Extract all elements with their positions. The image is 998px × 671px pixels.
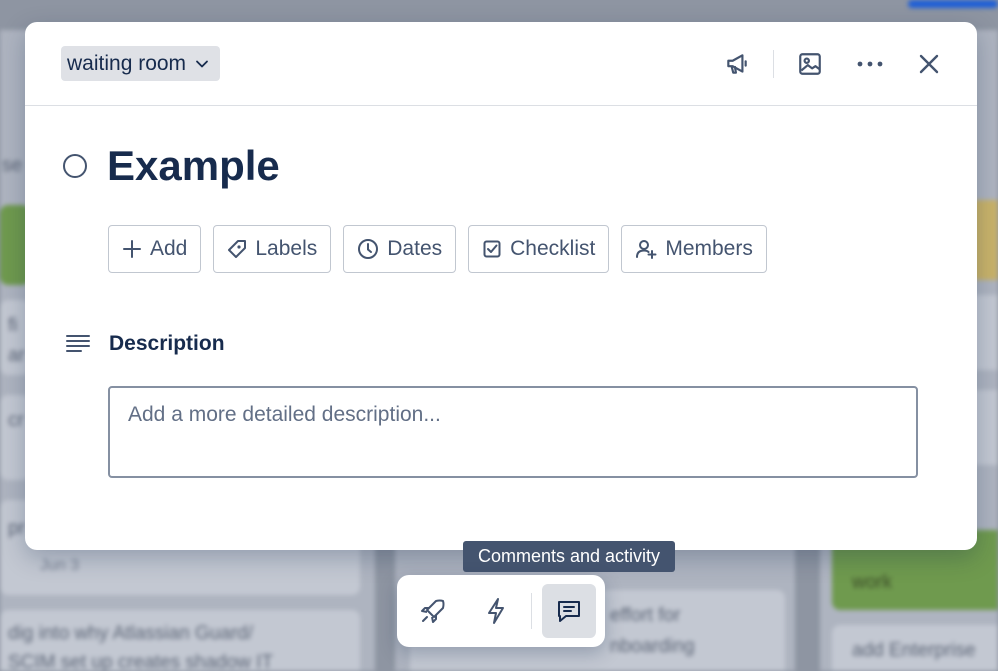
power-ups-button[interactable] [406, 584, 460, 638]
bg-card-text: se [2, 155, 23, 176]
list-selector-button[interactable]: waiting room [61, 46, 221, 81]
members-button-label: Members [665, 237, 753, 260]
checklist-button[interactable]: Checklist [468, 225, 610, 273]
toolbar-divider [531, 593, 532, 629]
header-divider [773, 50, 774, 78]
title-row: Example [63, 142, 280, 190]
bg-card-text: pr [8, 518, 25, 539]
dates-button-label: Dates [387, 237, 443, 260]
list-selector-label: waiting room [67, 51, 187, 75]
add-member-icon [636, 240, 657, 259]
card-detail-modal: waiting room Example Add Labels Dates Ch… [25, 22, 977, 550]
modal-header: waiting room [25, 22, 977, 106]
bg-card-date: Jun 3 [40, 557, 80, 574]
bg-card-text: ar [8, 345, 25, 366]
board-header-button [908, 0, 998, 8]
automation-button[interactable] [469, 584, 523, 638]
labels-button-label: Labels [255, 237, 318, 260]
bg-card-text: work [852, 572, 893, 593]
description-heading: Description [109, 332, 225, 355]
complete-checkbox[interactable] [63, 154, 87, 178]
clock-icon [358, 239, 379, 259]
plus-icon [123, 240, 141, 258]
card-actions: Add Labels Dates Checklist Members [108, 225, 767, 273]
bg-card-text: SCIM set up creates shadow IT [8, 652, 274, 671]
close-button[interactable] [911, 46, 947, 82]
description-header: Description [65, 332, 225, 356]
bg-card-text: cr [8, 410, 24, 431]
close-icon [919, 54, 939, 74]
bg-card-text: fi [8, 315, 18, 336]
checklist-icon [483, 240, 501, 258]
tag-icon [228, 240, 247, 258]
bottom-toolbar [397, 575, 605, 647]
bg-card-text: add Enterprise [852, 640, 976, 661]
add-button[interactable]: Add [108, 225, 202, 273]
lightning-icon [488, 598, 504, 624]
bg-card-text: nboarding [610, 636, 695, 657]
card-title[interactable]: Example [107, 142, 280, 190]
comments-tooltip: Comments and activity [463, 541, 675, 572]
description-placeholder: Add a more detailed description... [128, 403, 441, 426]
more-actions-button[interactable] [852, 46, 888, 82]
comments-activity-button[interactable] [542, 584, 596, 638]
bg-card-text: effort for [610, 605, 681, 626]
more-icon [857, 61, 883, 67]
watch-button[interactable] [719, 46, 755, 82]
chevron-down-icon [196, 60, 208, 67]
members-button[interactable]: Members [621, 225, 767, 273]
bg-card-text: dig into why Atlassian Guard/ [8, 623, 254, 644]
checklist-button-label: Checklist [510, 237, 596, 260]
add-button-label: Add [150, 237, 188, 260]
labels-button[interactable]: Labels [213, 225, 332, 273]
description-input[interactable]: Add a more detailed description... [108, 386, 918, 478]
cover-button[interactable] [792, 46, 828, 82]
megaphone-icon [727, 54, 747, 74]
dates-button[interactable]: Dates [343, 225, 457, 273]
rocket-icon [421, 599, 445, 623]
comment-icon [558, 601, 580, 622]
description-icon [66, 335, 90, 352]
image-icon [799, 53, 821, 75]
